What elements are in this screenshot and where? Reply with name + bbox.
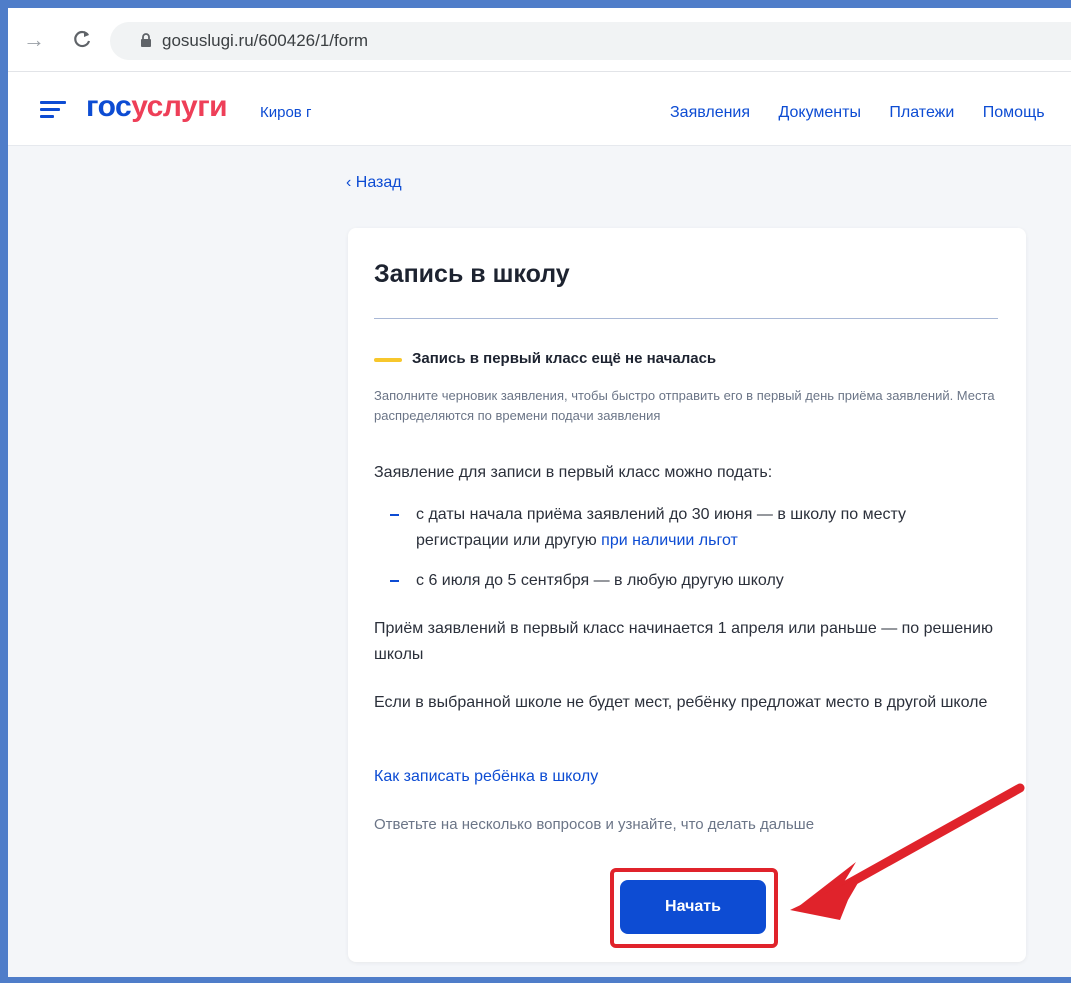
start-date-text: Приём заявлений в первый класс начинаетс… — [374, 620, 993, 663]
gosuslugi-logo[interactable]: госуслуги — [86, 90, 228, 124]
list-item: с даты начала приёма заявлений до 30 июн… — [374, 502, 994, 554]
status-indicator — [374, 358, 402, 362]
back-link[interactable]: ‹ Назад — [346, 174, 402, 192]
hamburger-menu-icon[interactable] — [40, 101, 66, 119]
page-title: Запись в школу — [374, 260, 570, 288]
url-text: gosuslugi.ru/600426/1/form — [162, 31, 369, 50]
benefits-link[interactable]: при наличии льгот — [601, 532, 738, 549]
top-navigation: Заявления Документы Платежи Помощь — [670, 104, 1069, 122]
nav-applications[interactable]: Заявления — [670, 104, 750, 122]
browser-toolbar: → gosuslugi.ru/600426/1/form — [8, 8, 1071, 72]
site-header: госуслуги Киров г Заявления Документы Пл… — [8, 72, 1071, 146]
hint-text: Ответьте на несколько вопросов и узнайте… — [374, 816, 815, 833]
reload-icon[interactable] — [70, 28, 94, 52]
screenshot-frame: → gosuslugi.ru/600426/1/form госуслуги К… — [0, 0, 1071, 983]
title-divider — [374, 318, 998, 319]
start-button[interactable]: Начать — [620, 880, 766, 934]
dash-marker-icon — [390, 514, 399, 516]
no-places-text: Если в выбранной школе не будет мест, ре… — [374, 694, 988, 711]
logo-part-1: гос — [86, 90, 132, 123]
annotation-arrow-icon — [790, 783, 1025, 920]
dash-marker-icon — [390, 580, 399, 582]
list-item-text: с 6 июля до 5 сентября — в любую другую … — [416, 572, 784, 589]
status-title: Запись в первый класс ещё не началась — [412, 350, 717, 367]
back-arrow-icon[interactable]: → — [22, 28, 46, 52]
status-description: Заполните черновик заявления, чтобы быст… — [374, 388, 995, 423]
intro-text: Заявление для записи в первый класс можн… — [374, 464, 773, 481]
how-to-enroll-link[interactable]: Как записать ребёнка в школу — [374, 764, 598, 790]
nav-help[interactable]: Помощь — [983, 104, 1045, 122]
nav-documents[interactable]: Документы — [778, 104, 860, 122]
list-item: с 6 июля до 5 сентября — в любую другую … — [374, 568, 994, 594]
submission-list: с даты начала приёма заявлений до 30 июн… — [374, 502, 994, 594]
logo-part-2: услуги — [131, 90, 228, 123]
nav-payments[interactable]: Платежи — [889, 104, 954, 122]
address-bar[interactable]: gosuslugi.ru/600426/1/form — [110, 22, 1071, 60]
lock-icon — [141, 33, 151, 47]
region-selector[interactable]: Киров г — [260, 104, 311, 121]
